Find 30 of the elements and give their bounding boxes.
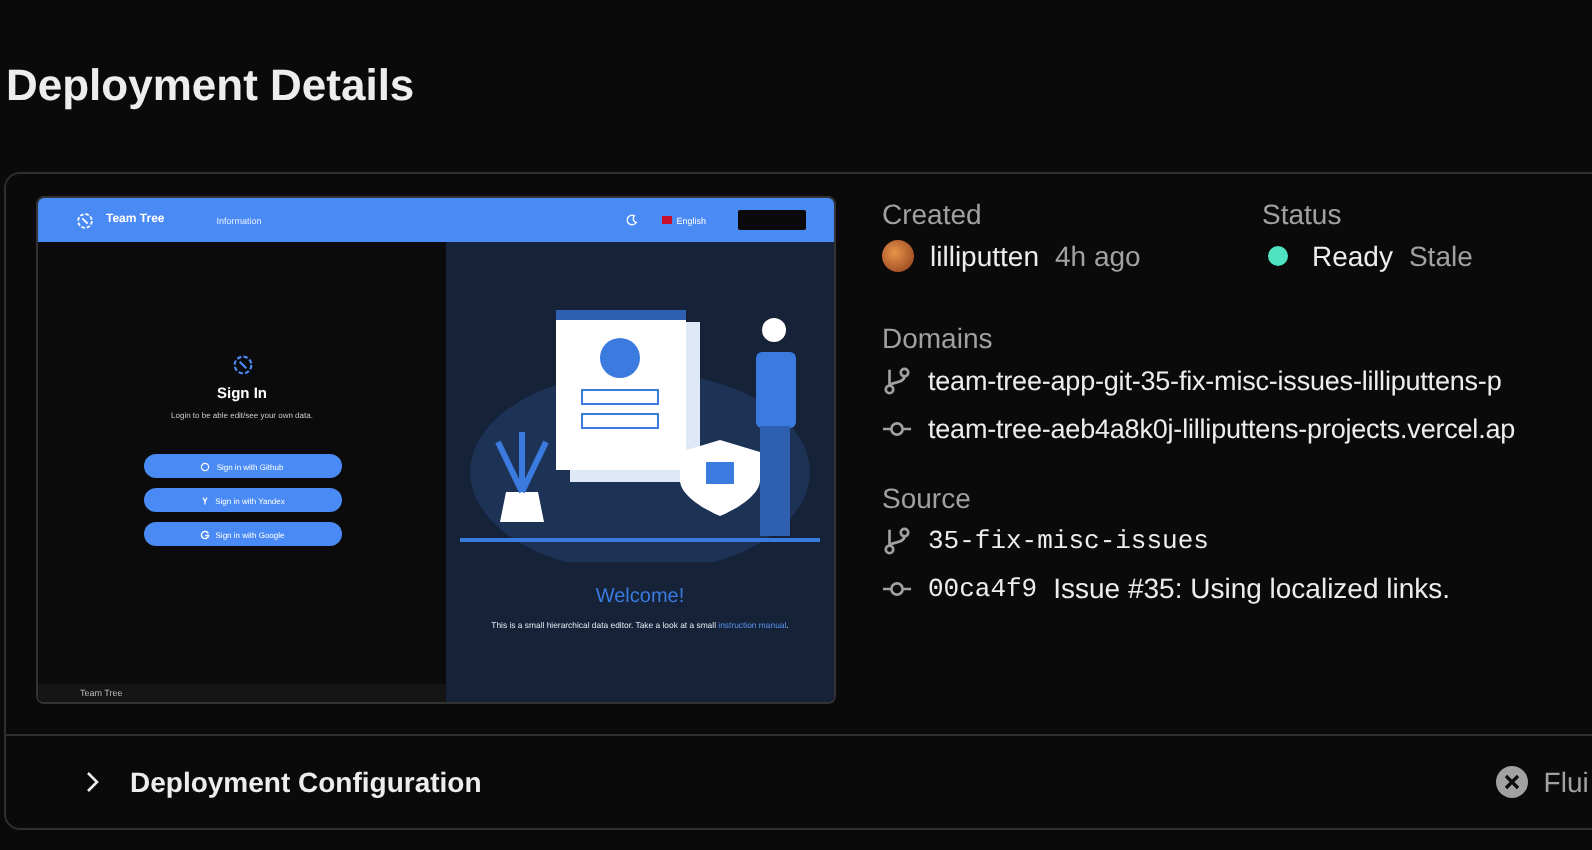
welcome-title: Welcome! — [595, 586, 685, 608]
branch-icon — [882, 525, 912, 555]
google-icon — [199, 529, 210, 539]
avatar — [882, 240, 914, 272]
username[interactable]: lilliputten — [930, 240, 1039, 272]
logo-icon — [231, 354, 253, 376]
preview-screenshot[interactable] — [36, 196, 836, 704]
status-value: Ready — [1312, 240, 1393, 272]
github-icon — [200, 461, 211, 471]
domains-label: Domains — [882, 320, 995, 356]
created-label: Created — [882, 196, 984, 232]
created-time: 4h ago — [1054, 240, 1141, 272]
domain-link[interactable]: team-tree-app-git-35-fix-misc-issues-lilliputtens-p — [928, 365, 1502, 395]
moon-icon[interactable] — [626, 214, 639, 226]
branch-icon — [882, 365, 912, 395]
source-label: Source — [882, 480, 973, 516]
yandex-icon — [199, 495, 210, 505]
branch-name[interactable]: 35-fix-misc-issues — [928, 525, 1209, 555]
logo-icon — [76, 211, 94, 229]
page-title: Deployment Details — [4, 58, 417, 114]
commit-message: Issue #35: Using localized links. — [1053, 572, 1451, 604]
commit-hash[interactable]: 00ca4f9 — [928, 573, 1038, 603]
close-icon — [1495, 766, 1528, 798]
configuration-toggle[interactable]: Deployment Configuration Flui — [6, 736, 1592, 828]
configuration-title: Deployment Configuration — [130, 766, 482, 798]
fluid-label: Flui — [1543, 766, 1589, 798]
domain-link[interactable]: team-tree-aeb4a8k0j-lilliputtens-projects.vercel.ap — [928, 413, 1516, 443]
status-label: Status — [1262, 196, 1344, 232]
status-note: Stale — [1408, 240, 1473, 272]
redacted-block — [738, 210, 806, 230]
